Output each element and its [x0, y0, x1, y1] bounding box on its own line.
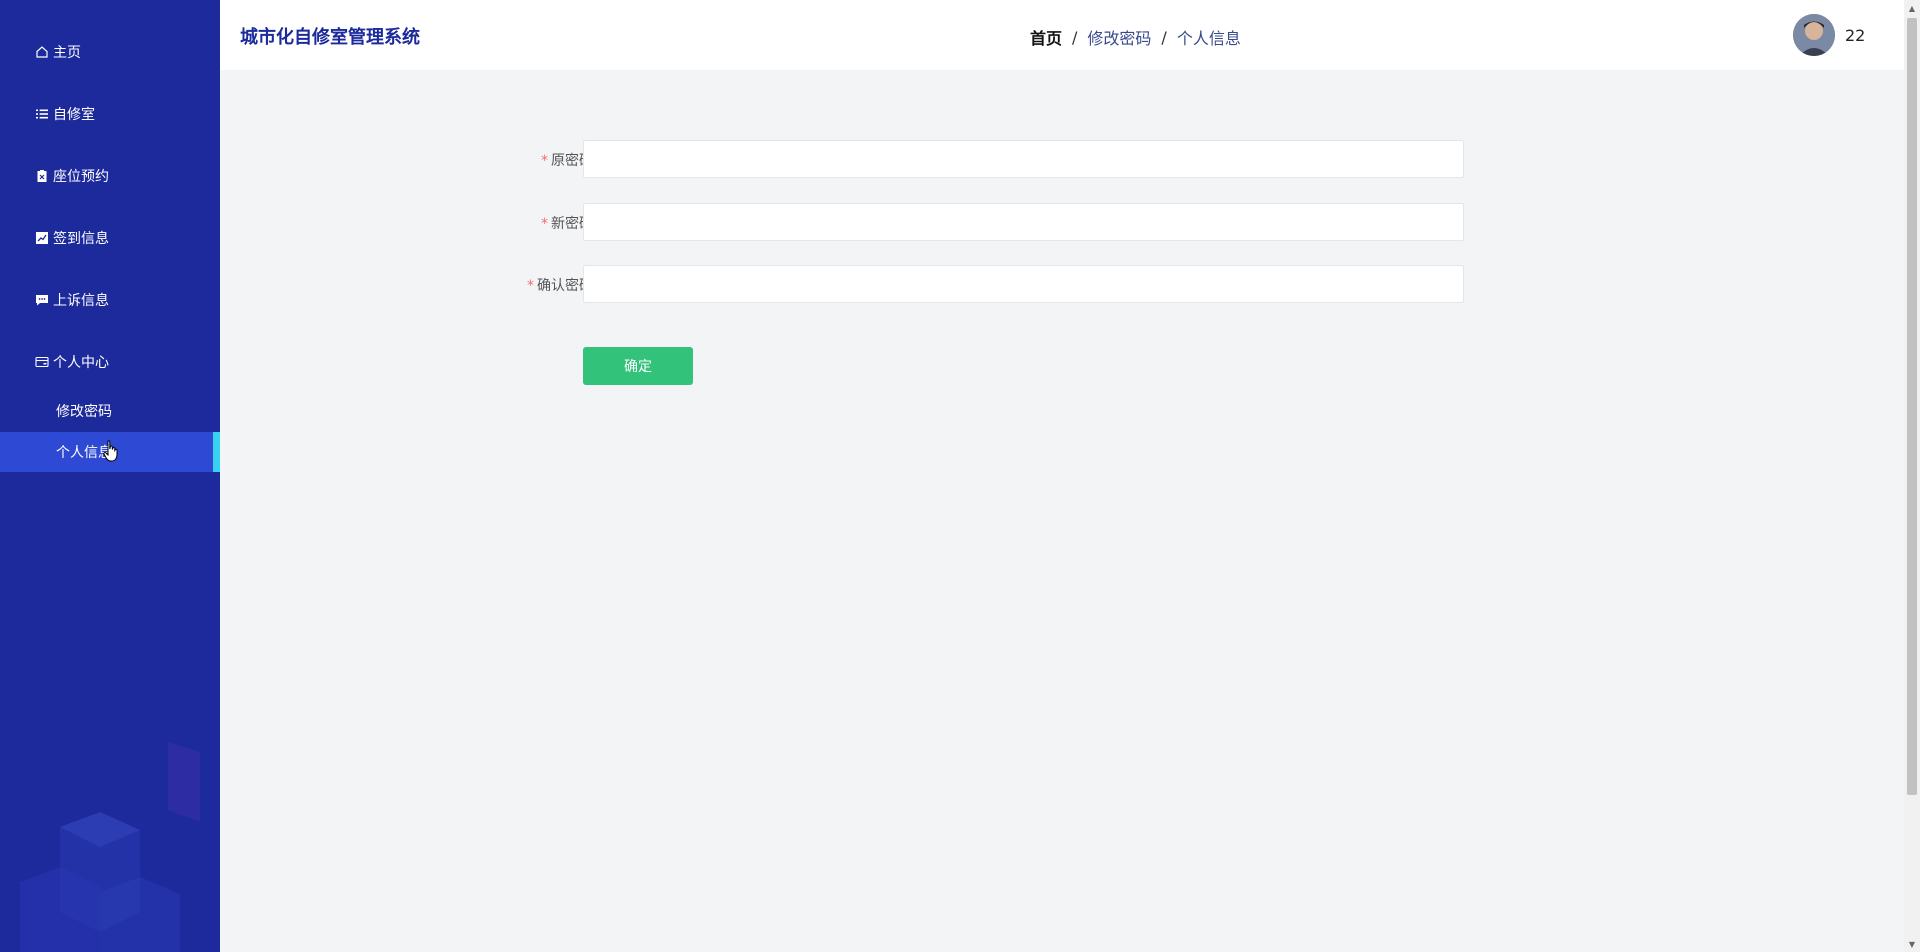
sidebar: 主页 自修室 座位预约 签到信息 上诉信息 个人中心 修改密码 个人信息	[0, 0, 220, 952]
required-mark: *	[541, 216, 548, 232]
required-mark: *	[541, 153, 548, 169]
scrollbar[interactable]: ▲ ▼	[1904, 0, 1920, 952]
decorative-cubes-illustration	[20, 742, 200, 952]
chat-icon	[35, 293, 49, 307]
scrollbar-thumb[interactable]	[1907, 18, 1917, 795]
breadcrumb-change-password[interactable]: 修改密码	[1087, 25, 1151, 49]
sidebar-item-label: 签到信息	[53, 231, 109, 247]
form-row-new-password: * 新密码	[220, 203, 1904, 241]
top-header: 城市化自修室管理系统 首页 / 修改密码 / 个人信息 22	[220, 0, 1904, 70]
clipboard-icon	[35, 169, 49, 183]
required-mark: *	[527, 278, 534, 294]
sidebar-subitem-change-password[interactable]: 修改密码	[0, 391, 220, 431]
sidebar-item-personal-center[interactable]: 个人中心	[0, 342, 220, 382]
list-icon	[35, 107, 49, 121]
confirm-button[interactable]: 确定	[583, 347, 693, 385]
sidebar-item-appeal-info[interactable]: 上诉信息	[0, 280, 220, 320]
sidebar-item-label: 个人中心	[53, 355, 109, 371]
sidebar-item-checkin-info[interactable]: 签到信息	[0, 218, 220, 258]
confirm-password-input[interactable]	[583, 265, 1464, 303]
sidebar-subitem-personal-info[interactable]: 个人信息	[0, 432, 220, 472]
breadcrumb: 首页 / 修改密码 / 个人信息	[1030, 25, 1241, 49]
username[interactable]: 22	[1845, 26, 1865, 45]
new-password-input[interactable]	[583, 203, 1464, 241]
sidebar-item-label: 上诉信息	[53, 293, 109, 309]
main-content: * 原密码 * 新密码 * 确认密码 确定	[220, 70, 1904, 952]
card-icon	[35, 355, 49, 369]
avatar[interactable]	[1793, 14, 1835, 56]
scroll-down-arrow-icon[interactable]: ▼	[1904, 936, 1920, 952]
form-row-old-password: * 原密码	[220, 140, 1904, 178]
breadcrumb-home[interactable]: 首页	[1030, 25, 1062, 49]
breadcrumb-separator: /	[1161, 27, 1167, 47]
breadcrumb-separator: /	[1072, 27, 1078, 47]
old-password-input[interactable]	[583, 140, 1464, 178]
home-icon	[35, 45, 49, 59]
chart-icon	[35, 231, 49, 245]
sidebar-item-label: 主页	[53, 45, 81, 61]
sidebar-item-label: 自修室	[53, 107, 95, 123]
sidebar-item-home[interactable]: 主页	[0, 32, 220, 72]
app-title: 城市化自修室管理系统	[240, 27, 420, 48]
sidebar-subitem-label: 修改密码	[56, 404, 112, 420]
breadcrumb-personal-info: 个人信息	[1176, 29, 1241, 48]
sidebar-item-study-room[interactable]: 自修室	[0, 94, 220, 134]
sidebar-item-seat-booking[interactable]: 座位预约	[0, 156, 220, 196]
scroll-up-arrow-icon[interactable]: ▲	[1904, 0, 1920, 16]
sidebar-item-label: 座位预约	[53, 169, 109, 185]
form-row-confirm-password: * 确认密码	[220, 265, 1904, 303]
sidebar-subitem-label: 个人信息	[56, 445, 112, 461]
